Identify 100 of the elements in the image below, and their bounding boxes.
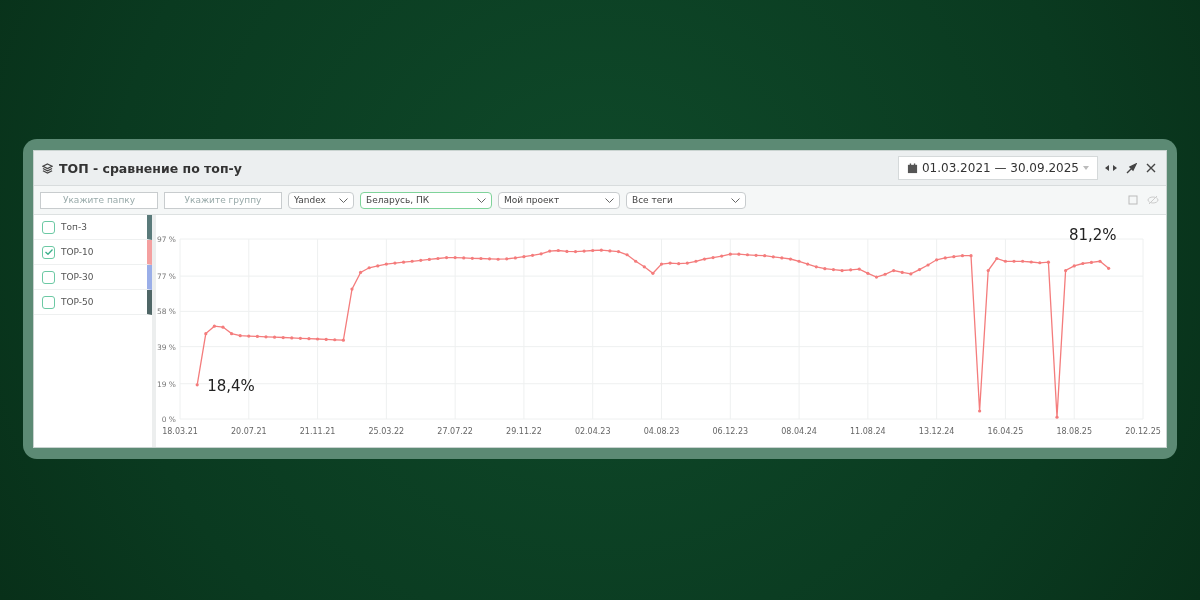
calendar-icon [906, 162, 918, 174]
data-point [728, 252, 732, 256]
data-point [573, 250, 578, 254]
x-axis-label: 11.08.24 [850, 427, 886, 436]
chevron-icon [731, 197, 740, 203]
hide-button[interactable] [1146, 193, 1160, 207]
x-axis-label: 08.04.24 [781, 427, 817, 436]
data-point [376, 264, 380, 268]
legend-item[interactable]: TOP-30 [34, 265, 152, 290]
data-point [315, 337, 320, 341]
data-point [1064, 268, 1068, 273]
data-point [487, 257, 492, 261]
filter-field[interactable]: Укажите папку [40, 191, 158, 209]
data-point [1055, 415, 1059, 419]
data-point [212, 324, 216, 328]
filter-dropdown[interactable]: Все теги [626, 191, 746, 209]
data-point [608, 249, 612, 253]
data-point [444, 255, 449, 260]
checkbox[interactable] [42, 245, 55, 259]
data-point [496, 257, 500, 261]
caret-icon [1083, 166, 1089, 170]
data-point [539, 252, 543, 256]
chevron-icon [477, 197, 486, 203]
data-point [195, 383, 199, 387]
checkbox[interactable] [42, 295, 55, 309]
data-point [1098, 259, 1102, 263]
chevron-icon [605, 197, 614, 203]
filter-field[interactable]: Укажите группу [164, 191, 282, 209]
data-point [221, 325, 225, 329]
data-point [298, 336, 302, 340]
data-point [986, 268, 990, 273]
data-point [711, 255, 715, 260]
data-point [505, 257, 509, 261]
data-point [634, 259, 638, 263]
data-point [745, 253, 750, 257]
checkbox[interactable] [42, 220, 55, 234]
data-point [952, 255, 956, 259]
layers-icon [42, 162, 53, 174]
window-title: ТОП - сравнение по топ-у [59, 160, 243, 176]
data-point [410, 259, 414, 263]
data-point [565, 249, 569, 254]
filter-dropdown[interactable]: Yandex [288, 191, 354, 209]
data-point [470, 256, 474, 260]
data-point [677, 262, 681, 266]
data-point [247, 334, 251, 338]
x-axis-label: 25.03.22 [368, 427, 405, 436]
data-point [427, 257, 431, 261]
x-axis-label: 29.11.22 [506, 427, 542, 436]
x-axis-label: 16.04.25 [987, 427, 1024, 436]
data-point [350, 287, 354, 291]
data-point [960, 254, 965, 258]
value-annotation: 18,4% [207, 376, 255, 395]
data-point [1107, 266, 1111, 270]
data-point [849, 268, 853, 272]
date-range-picker[interactable]: 01.03.2021 — 30.09.2025 [897, 156, 1098, 180]
data-point [737, 252, 741, 256]
data-point [1012, 259, 1016, 263]
value-annotation: 81,2% [1068, 226, 1117, 245]
data-point [264, 335, 268, 339]
data-point [548, 249, 552, 253]
data-point [625, 253, 629, 257]
x-axis-label: 27.07.22 [437, 427, 473, 436]
data-point [307, 337, 311, 341]
data-point [1038, 261, 1042, 265]
legend-item[interactable]: TOP-10 [34, 240, 152, 265]
data-point [900, 270, 904, 274]
export-button[interactable] [1126, 193, 1140, 207]
data-point [255, 334, 259, 338]
pin-button[interactable] [1124, 161, 1138, 175]
x-axis-label: 18.08.25 [1056, 427, 1093, 436]
legend-item[interactable]: Топ-3 [34, 215, 152, 240]
data-point [616, 250, 621, 254]
x-axis-label: 18.03.21 [162, 427, 198, 436]
close-button[interactable] [1144, 161, 1158, 175]
filter-dropdown[interactable]: Беларусь, ПК [360, 191, 492, 209]
x-axis-label: 20.12.25 [1125, 427, 1161, 436]
legend-label: TOP-10 [61, 247, 94, 257]
data-point [513, 256, 517, 260]
x-axis-label: 13.12.24 [918, 427, 955, 436]
data-point [642, 265, 646, 269]
data-point [883, 272, 887, 276]
data-point [238, 334, 242, 338]
checkbox[interactable] [42, 270, 55, 284]
filter-dropdown[interactable]: Мой проект [498, 191, 620, 209]
data-point [582, 249, 586, 253]
data-point [341, 338, 345, 342]
data-point [1003, 259, 1008, 263]
data-point [995, 256, 999, 261]
data-point [1046, 260, 1050, 264]
chevron-icon [339, 197, 348, 203]
data-point [393, 261, 397, 265]
legend-item[interactable]: TOP-50 [34, 290, 152, 315]
data-point [788, 257, 793, 261]
data-point [651, 271, 655, 275]
data-point [694, 259, 698, 263]
data-point [978, 409, 982, 413]
data-point [1089, 260, 1093, 264]
data-point [384, 262, 388, 266]
data-point [857, 267, 861, 271]
data-point [780, 256, 784, 260]
